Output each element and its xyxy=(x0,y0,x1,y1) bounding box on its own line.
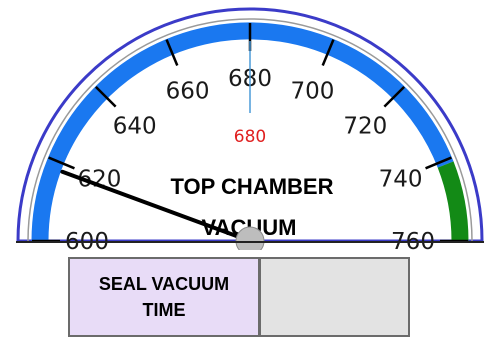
gauge-tick-label: 720 xyxy=(343,114,387,140)
gauge-tick-label: 600 xyxy=(65,229,109,250)
gauge-title-line1: TOP CHAMBER xyxy=(171,174,334,199)
seal-vacuum-label-line1: SEAL VACUUM xyxy=(98,274,230,294)
gauge-tick-label: 700 xyxy=(290,78,334,104)
gauge-tick-label: 640 xyxy=(113,114,157,140)
gauge-tick-label: 660 xyxy=(166,78,210,104)
gauge-tick-label: 760 xyxy=(391,229,435,250)
seal-vacuum-label-line2: TIME xyxy=(142,300,186,320)
vacuum-gauge: 600620640660 680 700720740760 680 TOP CHAM… xyxy=(16,7,484,250)
setpoint-value: 680 xyxy=(234,127,266,147)
gauge-hub xyxy=(235,226,265,250)
seal-vacuum-time-label: SEAL VACUUM TIME xyxy=(68,257,260,337)
seal-vacuum-time-value xyxy=(260,257,410,337)
gauge-tick-label: 740 xyxy=(379,167,423,193)
